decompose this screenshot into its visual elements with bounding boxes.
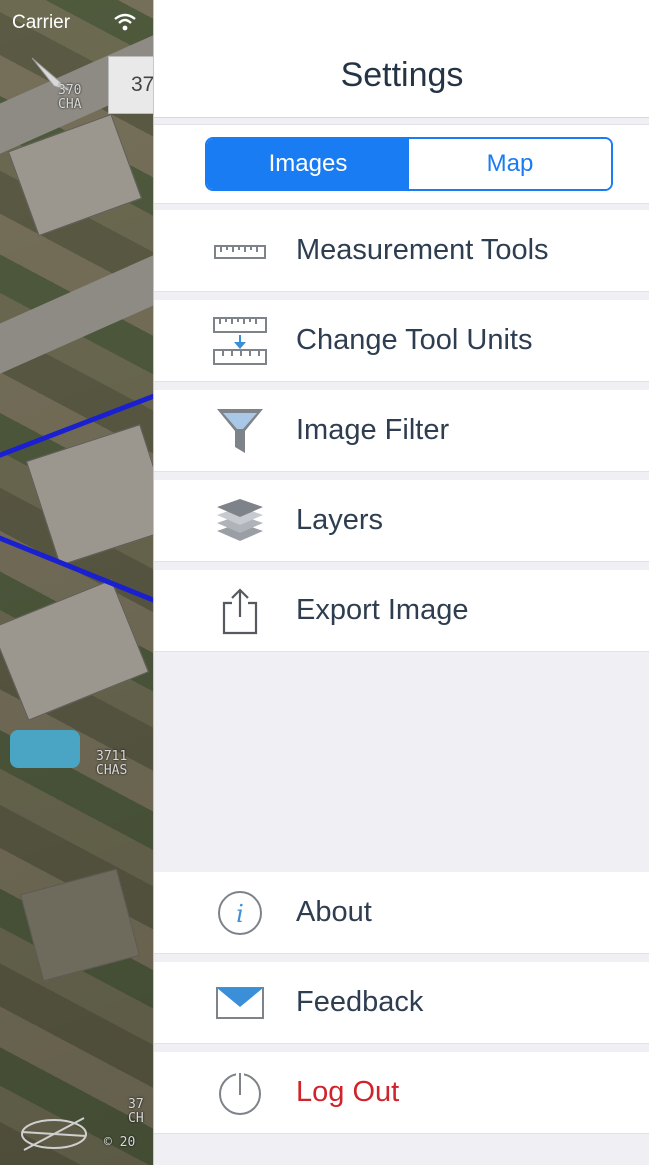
svg-text:i: i	[236, 900, 244, 928]
menu-item-label: About	[296, 896, 372, 928]
menu-item-feedback[interactable]: Feedback	[154, 962, 649, 1044]
map-road	[0, 251, 153, 375]
menu-item-export-image[interactable]: Export Image	[154, 570, 649, 652]
menu-item-label: Image Filter	[296, 414, 450, 446]
menu-item-measurement-tools[interactable]: Measurement Tools	[154, 210, 649, 292]
settings-panel: Settings Images Map Measurement Tools Ch…	[153, 0, 649, 1165]
filter-icon	[212, 403, 268, 459]
menu-item-label: Layers	[296, 504, 384, 536]
menu-item-change-tool-units[interactable]: Change Tool Units	[154, 300, 649, 382]
envelope-icon	[212, 975, 268, 1031]
page-title: Settings	[340, 56, 464, 94]
address-callout-text: 37	[131, 73, 153, 96]
carrier-label: Carrier	[12, 12, 71, 33]
map-view[interactable]: Carrier 37 370 CHA 3711 CHAS 37 CH © 20	[0, 0, 153, 1165]
change-units-icon	[212, 313, 268, 369]
view-mode-segmented-control[interactable]: Images Map	[205, 137, 613, 191]
map-roof	[25, 424, 153, 566]
ruler-icon	[212, 223, 268, 279]
map-copyright: © 20	[104, 1135, 136, 1150]
map-address-label: 3711 CHAS	[96, 749, 128, 778]
map-address-label: 37 CH	[128, 1097, 144, 1126]
layers-icon	[212, 493, 268, 549]
menu-item-layers[interactable]: Layers	[154, 480, 649, 562]
menu-item-log-out[interactable]: Log Out	[154, 1052, 649, 1134]
map-roof	[20, 868, 140, 982]
address-callout[interactable]: 37	[108, 56, 153, 114]
map-address-label: 370 CHA	[58, 83, 82, 112]
map-roof	[0, 579, 149, 721]
menu-item-label: Feedback	[296, 986, 424, 1018]
menu-item-label: Measurement Tools	[296, 234, 549, 266]
menu-item-image-filter[interactable]: Image Filter	[154, 390, 649, 472]
segment-map[interactable]: Map	[409, 139, 611, 189]
map-pool	[10, 730, 80, 768]
info-icon: i	[212, 885, 268, 941]
compass-icon[interactable]	[14, 1110, 94, 1156]
wifi-icon	[114, 13, 136, 31]
navigation-bar: Settings	[154, 0, 649, 118]
menu-item-label: Log Out	[296, 1076, 400, 1108]
power-icon	[212, 1065, 268, 1121]
segment-images[interactable]: Images	[207, 139, 409, 189]
view-mode-section: Images Map	[154, 124, 649, 204]
menu-item-about[interactable]: i About	[154, 872, 649, 954]
share-icon	[212, 583, 268, 639]
menu-item-label: Change Tool Units	[296, 324, 533, 356]
menu-item-label: Export Image	[296, 594, 469, 626]
